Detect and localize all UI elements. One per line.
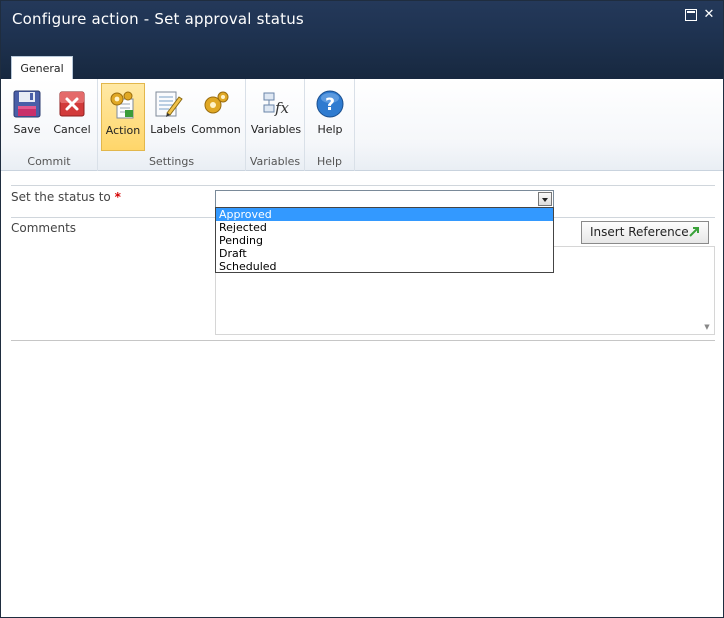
gears-document-icon	[110, 91, 134, 119]
title-bar: Configure action - Set approval status ✕…	[1, 1, 723, 80]
notepad-pencil-icon	[155, 91, 183, 117]
form-top-divider	[11, 185, 715, 186]
group-label-commit: Commit	[27, 155, 71, 168]
dialog-title: Configure action - Set approval status	[12, 10, 304, 28]
ribbon-group-variables: fx Variables Variables	[246, 79, 305, 171]
labels-label: Labels	[150, 123, 186, 136]
group-label-help: Help	[316, 155, 343, 168]
save-label: Save	[13, 123, 41, 136]
green-arrow-icon	[689, 227, 699, 237]
comments-field-label: Comments	[11, 221, 77, 235]
status-option-rejected[interactable]: Rejected	[216, 221, 553, 234]
action-button[interactable]: Action	[101, 83, 145, 151]
svg-text:?: ?	[325, 95, 335, 115]
gears-icon	[204, 91, 229, 114]
chevron-down-icon[interactable]	[538, 192, 552, 206]
status-option-approved[interactable]: Approved	[216, 208, 553, 221]
insert-reference-button[interactable]: Insert Reference	[581, 221, 709, 244]
ribbon-group-commit: Save Cancel Commit	[1, 79, 98, 171]
ribbon: Save Cancel Commit Action Labels Common …	[1, 79, 723, 171]
status-option-pending[interactable]: Pending	[216, 234, 553, 247]
cancel-label: Cancel	[53, 123, 91, 136]
status-option-draft[interactable]: Draft	[216, 247, 553, 260]
ribbon-group-help: ? Help Help	[305, 79, 355, 171]
help-label: Help	[317, 123, 343, 136]
red-x-icon	[59, 91, 85, 117]
required-marker: *	[114, 190, 121, 204]
variables-button[interactable]: fx Variables	[250, 83, 302, 151]
common-button[interactable]: Common	[191, 83, 241, 151]
svg-text:fx: fx	[274, 99, 290, 117]
fx-formula-icon: fx	[263, 92, 290, 117]
maximize-icon[interactable]	[685, 9, 697, 21]
ribbon-group-settings: Action Labels Common Settings	[98, 79, 246, 171]
status-dropdown-list: Approved Rejected Pending Draft Schedule…	[215, 207, 554, 273]
labels-button[interactable]: Labels	[147, 83, 189, 151]
action-label: Action	[105, 124, 141, 137]
question-mark-icon: ?	[316, 90, 344, 118]
variables-label: Variables	[250, 123, 302, 136]
common-label: Common	[191, 123, 241, 136]
form-bottom-divider	[11, 340, 715, 341]
configure-action-dialog: Configure action - Set approval status ✕…	[0, 0, 724, 618]
group-label-variables: Variables	[249, 155, 301, 168]
insert-reference-label: Insert Reference	[590, 225, 689, 239]
status-label-text: Set the status to	[11, 190, 111, 204]
group-label-settings: Settings	[148, 155, 195, 168]
status-select[interactable]	[215, 190, 554, 208]
floppy-disk-icon	[13, 90, 41, 118]
close-icon[interactable]: ✕	[703, 8, 715, 21]
tab-general[interactable]: General	[11, 56, 73, 80]
status-option-scheduled[interactable]: Scheduled	[216, 260, 553, 273]
scroll-down-icon[interactable]: ▼	[702, 322, 712, 332]
cancel-button[interactable]: Cancel	[51, 83, 93, 151]
help-button[interactable]: ? Help	[310, 83, 350, 151]
status-field-label: Set the status to *	[11, 190, 121, 204]
save-button[interactable]: Save	[7, 83, 47, 151]
